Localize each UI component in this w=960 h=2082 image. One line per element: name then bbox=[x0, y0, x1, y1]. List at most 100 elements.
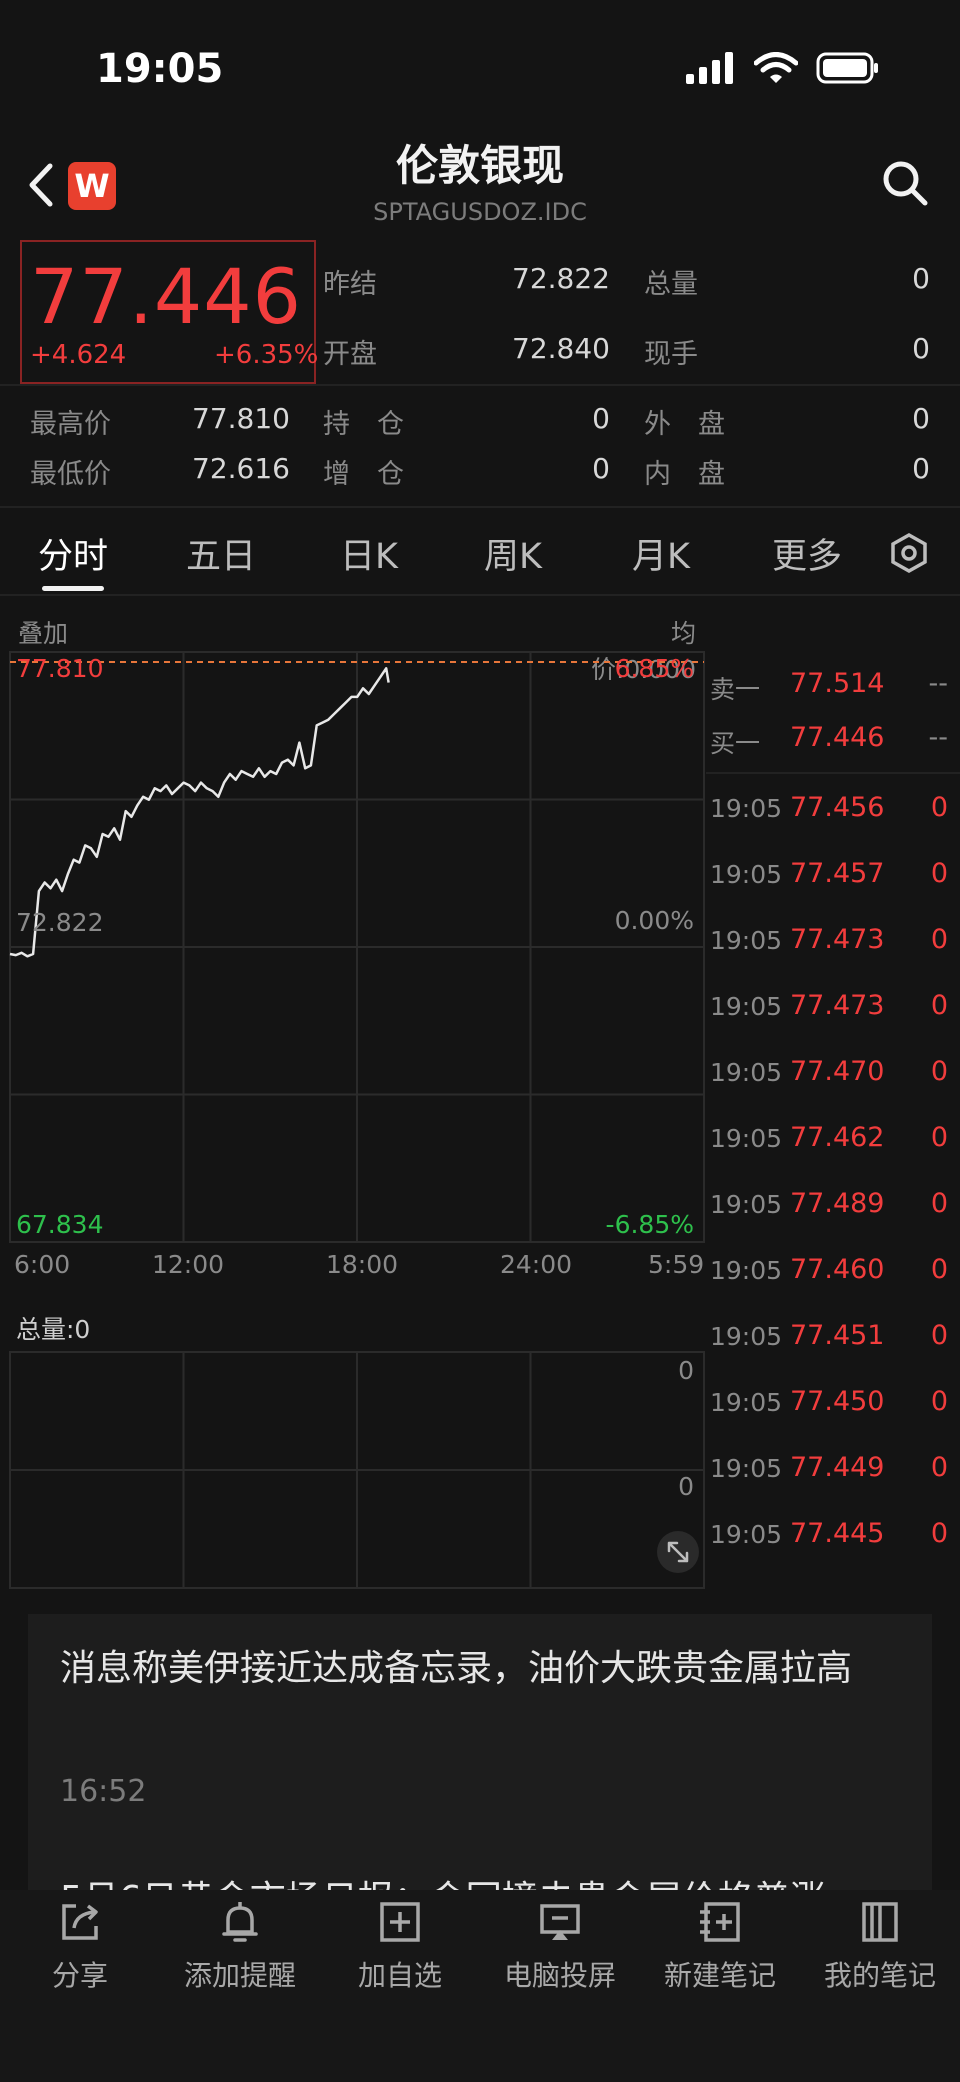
screen-cast-button[interactable]: 电脑投屏 bbox=[480, 1898, 640, 1994]
bid-price: 77.446 bbox=[790, 722, 885, 753]
total-volume-value: 0 bbox=[912, 262, 930, 295]
wifi-icon bbox=[754, 52, 798, 83]
chart-settings-icon[interactable] bbox=[888, 532, 930, 574]
current-hand-label: 现手 bbox=[644, 339, 698, 370]
oi-change-value: 0 bbox=[592, 452, 610, 485]
tick-price: 77.457 bbox=[790, 858, 885, 889]
mid-pct-label: 0.00% bbox=[614, 906, 694, 935]
price-change-pct: +6.35% bbox=[214, 340, 319, 370]
tick-price: 77.462 bbox=[790, 1122, 885, 1153]
page-title: 伦敦银现 bbox=[395, 141, 564, 190]
tick-row: 19:05 77.445 0 bbox=[706, 1514, 954, 1554]
chart-grid bbox=[9, 651, 705, 1589]
my-notes-button[interactable]: 我的笔记 bbox=[800, 1898, 960, 1994]
my-notes-icon bbox=[862, 1902, 898, 1942]
current-hand-value: 0 bbox=[912, 332, 930, 365]
tab-intraday[interactable]: 分时 bbox=[38, 528, 108, 579]
ask-row: 卖一 77.514 -- bbox=[706, 664, 954, 704]
tick-price: 77.451 bbox=[790, 1320, 885, 1351]
tick-time: 19:05 bbox=[710, 1058, 783, 1087]
tab-five-day[interactable]: 五日 bbox=[186, 528, 256, 579]
tab-underline bbox=[42, 586, 104, 591]
open-value: 72.840 bbox=[512, 332, 610, 365]
my-notes-label: 我的笔记 bbox=[823, 1959, 936, 1992]
cellular-signal-icon bbox=[686, 52, 733, 84]
tick-time: 19:05 bbox=[710, 1454, 783, 1483]
tick-time: 19:05 bbox=[710, 860, 783, 889]
ask-label: 卖一 bbox=[710, 675, 761, 704]
add-watchlist-button[interactable]: 加自选 bbox=[320, 1898, 480, 1994]
outer-value: 0 bbox=[912, 402, 930, 435]
tick-volume: 0 bbox=[930, 1386, 948, 1417]
prev-close-value: 72.822 bbox=[512, 262, 610, 295]
screen-cast-icon bbox=[540, 1904, 580, 1940]
tick-price: 77.489 bbox=[790, 1188, 885, 1219]
share-button[interactable]: 分享 bbox=[0, 1898, 160, 1994]
bottom-pct-label: -6.85% bbox=[605, 1210, 694, 1239]
volume-tick: 0 bbox=[678, 1472, 694, 1501]
add-alert-label: 添加提醒 bbox=[183, 1959, 296, 1992]
tick-row: 19:05 77.473 0 bbox=[706, 986, 954, 1026]
search-icon[interactable] bbox=[880, 158, 930, 208]
tick-row: 19:05 77.489 0 bbox=[706, 1184, 954, 1224]
inner-label: 内 盘 bbox=[644, 459, 725, 490]
tick-volume: 0 bbox=[930, 1518, 948, 1549]
tick-time: 19:05 bbox=[710, 1256, 783, 1285]
tick-volume: 0 bbox=[930, 924, 948, 955]
symbol-code: SPTAGUSDOZ.IDC bbox=[373, 198, 587, 226]
tick-time: 19:05 bbox=[710, 1322, 783, 1351]
tick-row: 19:05 77.460 0 bbox=[706, 1250, 954, 1290]
top-price-label: 77.810 bbox=[16, 654, 104, 683]
tick-price: 77.473 bbox=[790, 924, 885, 955]
intraday-chart[interactable] bbox=[0, 600, 706, 1590]
tick-row: 19:05 77.449 0 bbox=[706, 1448, 954, 1488]
divider bbox=[706, 772, 960, 774]
high-label: 最高价 bbox=[30, 409, 111, 440]
tick-row: 19:05 77.470 0 bbox=[706, 1052, 954, 1092]
bid-volume: -- bbox=[928, 722, 949, 753]
high-value: 77.810 bbox=[192, 402, 290, 435]
tick-volume: 0 bbox=[930, 1254, 948, 1285]
status-icons bbox=[686, 52, 880, 84]
inner-value: 0 bbox=[912, 452, 930, 485]
add-alert-button[interactable]: 添加提醒 bbox=[160, 1898, 320, 1994]
tick-volume: 0 bbox=[930, 990, 948, 1021]
expand-chart-icon[interactable] bbox=[656, 1530, 700, 1574]
open-label: 开盘 bbox=[323, 339, 377, 370]
tick-time: 19:05 bbox=[710, 926, 783, 955]
volume-tick: 0 bbox=[678, 1356, 694, 1385]
bid-label: 买一 bbox=[710, 729, 761, 758]
x-tick: 18:00 bbox=[326, 1250, 399, 1279]
x-tick: 5:59 bbox=[648, 1250, 705, 1279]
tab-daily-k[interactable]: 日K bbox=[340, 528, 398, 579]
outer-label: 外 盘 bbox=[644, 409, 725, 440]
news-time: 16:52 bbox=[60, 1774, 147, 1809]
new-note-button[interactable]: 新建笔记 bbox=[640, 1898, 800, 1994]
tick-time: 19:05 bbox=[710, 1388, 783, 1417]
tick-time: 19:05 bbox=[710, 794, 783, 823]
last-price: 77.446 bbox=[30, 252, 302, 341]
screen-cast-label: 电脑投屏 bbox=[503, 1959, 616, 1992]
tab-weekly-k[interactable]: 周K bbox=[484, 528, 542, 579]
tick-row: 19:05 77.457 0 bbox=[706, 854, 954, 894]
price-change: +4.624 bbox=[30, 340, 127, 370]
low-label: 最低价 bbox=[30, 459, 111, 490]
mid-price-label: 72.822 bbox=[16, 908, 104, 937]
tick-row: 19:05 77.473 0 bbox=[706, 920, 954, 960]
tab-more[interactable]: 更多 bbox=[772, 528, 842, 579]
bid-row: 买一 77.446 -- bbox=[706, 718, 954, 758]
news-title[interactable]: 消息称美伊接近达成备忘录，油价大跌贵金属拉高 bbox=[60, 1640, 900, 1698]
tick-time: 19:05 bbox=[710, 992, 783, 1021]
x-tick: 6:00 bbox=[14, 1250, 71, 1279]
tick-price: 77.450 bbox=[790, 1386, 885, 1417]
tab-monthly-k[interactable]: 月K bbox=[632, 528, 690, 579]
open-interest-label: 持 仓 bbox=[323, 409, 404, 440]
tick-row: 19:05 77.456 0 bbox=[706, 788, 954, 828]
new-note-icon bbox=[700, 1902, 740, 1942]
tick-volume: 0 bbox=[930, 1452, 948, 1483]
status-time: 19:05 bbox=[96, 46, 224, 92]
divider bbox=[0, 506, 960, 508]
bell-icon bbox=[222, 1902, 258, 1942]
tick-row: 19:05 77.451 0 bbox=[706, 1316, 954, 1356]
ask-price: 77.514 bbox=[790, 668, 885, 699]
